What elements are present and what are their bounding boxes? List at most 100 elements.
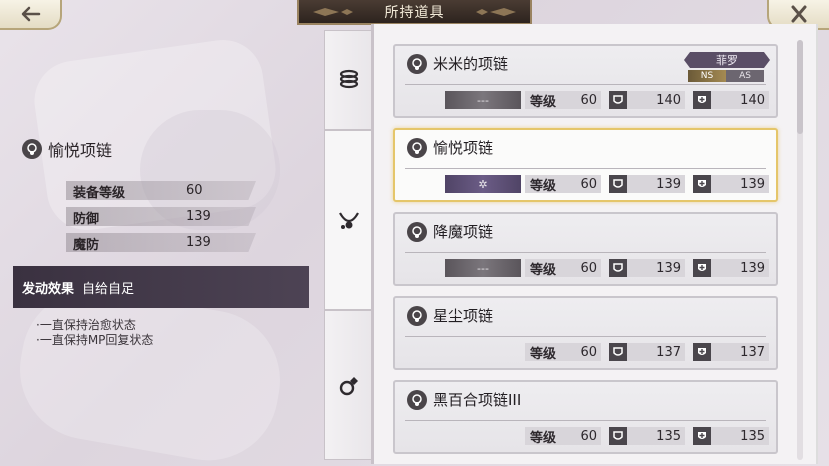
tab-necklace[interactable]: [324, 130, 372, 310]
level-cell: 等级 60: [525, 91, 601, 110]
stat-row-equip-level: 装备等级 60: [66, 181, 256, 200]
defense-cell: 135: [609, 427, 685, 445]
item-card-selected[interactable]: 愉悦项链 ✲ 等级 60 139 139: [393, 128, 778, 202]
necklace-icon: [338, 212, 359, 229]
necklace-icon: [407, 221, 427, 242]
ring-icon: [339, 377, 358, 396]
item-header: 星尘项链: [407, 305, 493, 326]
item-header: 愉悦项链: [407, 137, 493, 158]
magic-defense-cell: 137: [693, 343, 769, 361]
defense-value: 140: [656, 92, 681, 108]
skill-slot: ---: [445, 259, 521, 277]
level-value: 60: [580, 260, 597, 276]
item-name: 米米的项链: [433, 55, 509, 73]
item-card[interactable]: 米米的项链 菲罗 NS AS --- 等级 60 140 140: [393, 44, 778, 118]
tag-row: NS AS: [688, 70, 764, 82]
back-button[interactable]: [0, 0, 62, 30]
shield-icon: [609, 175, 627, 193]
defense-value: 137: [656, 344, 681, 360]
level-value: 60: [580, 344, 597, 360]
stat-label: 魔防: [73, 238, 100, 253]
effect-bar: 发动效果 自给自足: [13, 266, 309, 308]
level-cell: 等级 60: [525, 259, 601, 278]
item-name: 愉悦项链: [433, 139, 494, 157]
stat-row-defense: 防御 139: [66, 207, 256, 226]
magic-defense-value: 139: [740, 260, 765, 276]
necklace-icon: [407, 305, 427, 326]
item-stats: --- 等级 60 140 140: [395, 88, 776, 110]
selected-item-name: 愉悦项链: [48, 141, 113, 160]
magic-defense-value: 137: [740, 344, 765, 360]
shield-icon: [609, 343, 627, 361]
stat-row-magic-defense: 魔防 139: [66, 233, 256, 252]
stat-label: 装备等级: [73, 186, 126, 201]
scrollbar-thumb[interactable]: [797, 40, 803, 134]
magic-shield-icon: [693, 91, 711, 109]
defense-cell: 139: [609, 175, 685, 193]
level-value: 60: [580, 428, 597, 444]
stat-value: 139: [186, 235, 211, 250]
page-title: 所持道具: [384, 4, 445, 21]
stat-value: 139: [186, 209, 211, 224]
magic-defense-cell: 139: [693, 259, 769, 277]
item-name: 降魔项链: [433, 223, 494, 241]
tab-ring[interactable]: [324, 310, 372, 460]
stat-label: 防御: [73, 212, 100, 227]
divider: [405, 168, 766, 169]
necklace-icon: [407, 137, 427, 158]
necklace-icon: [407, 53, 427, 74]
level-value: 60: [580, 176, 597, 192]
stat-value: 60: [186, 183, 203, 198]
level-value: 60: [580, 92, 597, 108]
magic-shield-icon: [693, 175, 711, 193]
item-card[interactable]: 黑百合项链III 等级 60 135 135: [393, 380, 778, 454]
ns-tag: NS: [688, 70, 726, 82]
tab-armor[interactable]: [324, 30, 372, 130]
effect-line: ·一直保持治愈状态: [36, 318, 136, 332]
defense-value: 135: [656, 428, 681, 444]
skill-slot: ---: [445, 91, 521, 109]
effect-title: 发动效果: [22, 281, 75, 297]
as-tag: AS: [726, 70, 764, 82]
ornament-icon: [476, 8, 516, 16]
item-stats: 等级 60 137 137: [395, 340, 776, 362]
skill-slot: ✲: [445, 175, 521, 193]
shield-icon: [609, 259, 627, 277]
magic-defense-cell: 140: [693, 91, 769, 109]
defense-cell: 139: [609, 259, 685, 277]
ornament-icon: [313, 8, 353, 16]
magic-shield-icon: [693, 343, 711, 361]
item-name: 星尘项链: [433, 307, 494, 325]
divider: [405, 252, 766, 253]
divider: [405, 336, 766, 337]
item-stats: --- 等级 60 139 139: [395, 256, 776, 278]
level-cell: 等级 60: [525, 175, 601, 194]
defense-value: 139: [656, 260, 681, 276]
defense-cell: 140: [609, 91, 685, 109]
divider: [405, 420, 766, 421]
level-cell: 等级 60: [525, 427, 601, 446]
magic-shield-icon: [693, 259, 711, 277]
effect-value: 自给自足: [82, 281, 135, 297]
level-label: 等级: [530, 178, 557, 194]
item-card[interactable]: 星尘项链 等级 60 137 137: [393, 296, 778, 370]
level-label: 等级: [530, 94, 557, 110]
back-arrow-icon: [21, 6, 41, 22]
level-label: 等级: [530, 262, 557, 278]
item-header: 降魔项链: [407, 221, 493, 242]
item-stats: 等级 60 135 135: [395, 424, 776, 446]
item-header: 米米的项链: [407, 53, 508, 74]
item-name: 黑百合项链III: [433, 391, 522, 409]
armor-icon: [339, 69, 358, 89]
item-card[interactable]: 降魔项链 --- 等级 60 139 139: [393, 212, 778, 286]
defense-cell: 137: [609, 343, 685, 361]
page-title-plate: 所持道具: [297, 0, 532, 25]
necklace-icon: [22, 139, 42, 159]
level-label: 等级: [530, 346, 557, 362]
necklace-icon: [407, 389, 427, 410]
magic-defense-cell: 135: [693, 427, 769, 445]
shield-icon: [609, 91, 627, 109]
item-stats: ✲ 等级 60 139 139: [395, 172, 776, 194]
magic-defense-value: 135: [740, 428, 765, 444]
magic-defense-cell: 139: [693, 175, 769, 193]
